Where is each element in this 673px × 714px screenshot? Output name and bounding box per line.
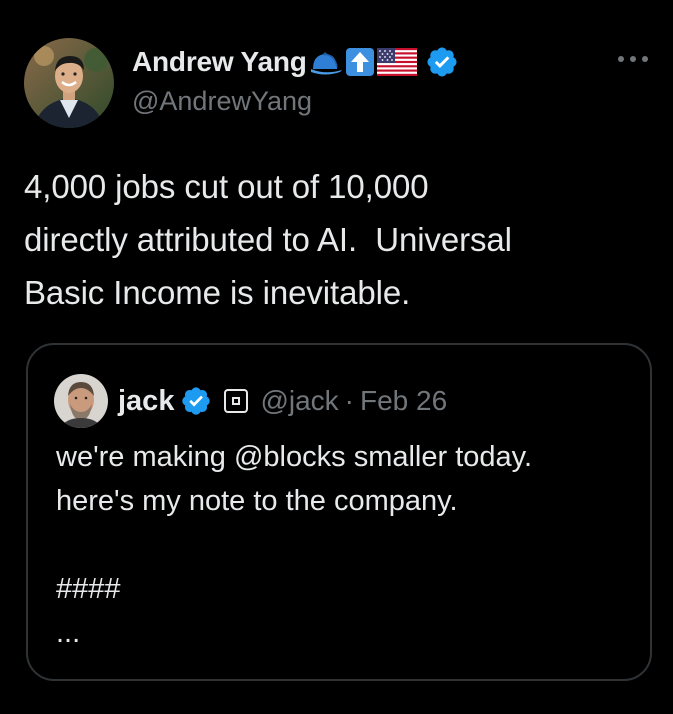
quote-header: jack @jack · Feb 26 xyxy=(54,373,447,429)
square-affiliate-icon[interactable] xyxy=(224,389,249,413)
author-name-row: Andrew Yang xyxy=(132,42,459,82)
quote-date[interactable]: Feb 26 xyxy=(360,385,447,417)
more-dots-icon xyxy=(618,56,648,62)
tweet-text: 4,000 jobs cut out of 10,000 directly at… xyxy=(24,168,512,311)
quote-text: we're making @blocks smaller today. here… xyxy=(56,441,533,649)
tweet-card: Andrew Yang @AndrewYang 4,000 jobs cut o… xyxy=(0,0,673,714)
quote-author-avatar[interactable] xyxy=(54,374,108,428)
verified-badge-icon[interactable] xyxy=(425,45,459,79)
author-identity: Andrew Yang @AndrewYang xyxy=(132,42,459,117)
quote-author-handle[interactable]: @jack xyxy=(260,385,338,417)
tweet-header: Andrew Yang @AndrewYang xyxy=(24,38,459,128)
author-avatar[interactable] xyxy=(24,38,114,128)
author-handle[interactable]: @AndrewYang xyxy=(132,86,459,117)
more-options-button[interactable] xyxy=(613,44,653,74)
verified-badge-icon[interactable] xyxy=(180,385,212,417)
up-arrow-icon xyxy=(345,47,375,77)
author-display-name[interactable]: Andrew Yang xyxy=(132,46,307,78)
quoted-tweet[interactable]: jack @jack · Feb 26 we're making @blocks… xyxy=(26,343,652,681)
quote-author-name[interactable]: jack xyxy=(118,385,174,418)
affiliate-inner-square xyxy=(232,397,241,405)
us-flag-icon xyxy=(376,48,417,76)
blue-cap-icon xyxy=(309,47,343,77)
quote-separator: · xyxy=(344,385,354,416)
